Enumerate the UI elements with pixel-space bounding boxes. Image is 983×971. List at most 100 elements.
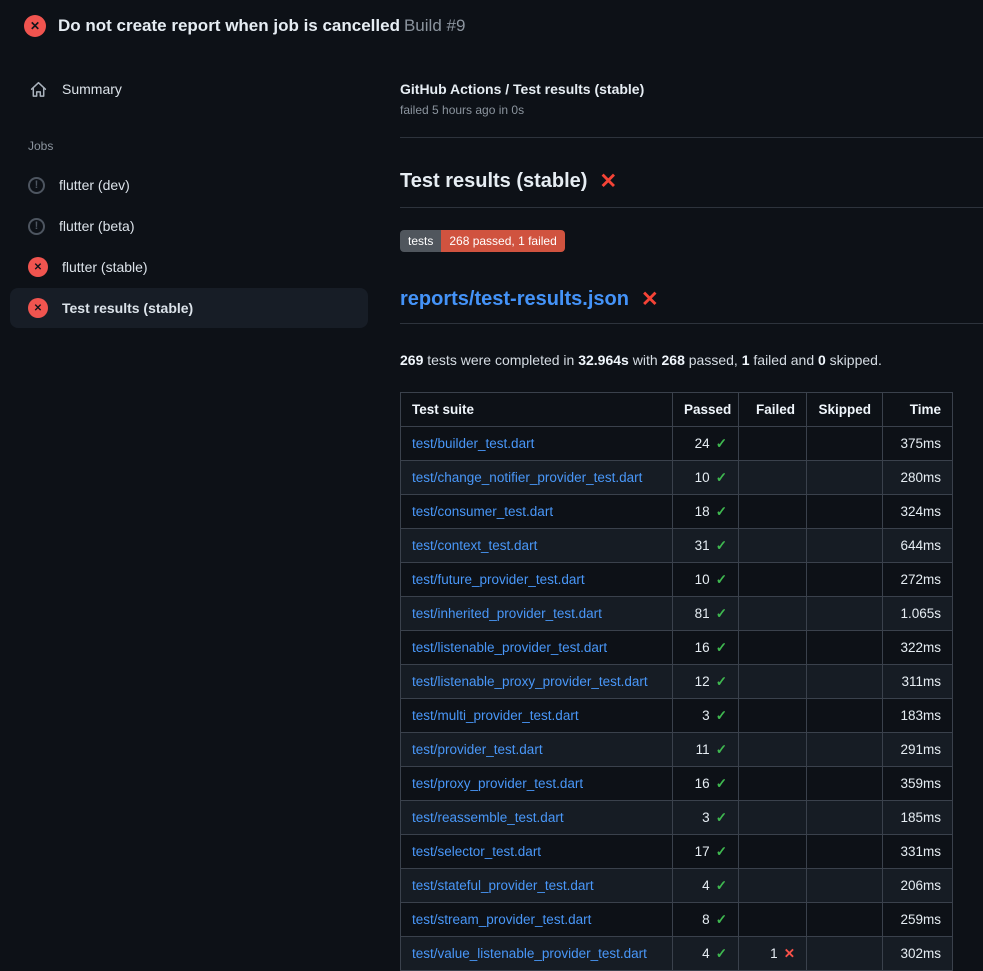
table-row: test/listenable_provider_test.dart16✓ 322…: [401, 631, 953, 665]
sidebar-item-job-3[interactable]: ✕Test results (stable): [10, 288, 368, 328]
test-suite-link[interactable]: test/consumer_test.dart: [401, 495, 673, 529]
time-cell: 280ms: [883, 461, 953, 495]
check-icon: ✓: [716, 742, 727, 757]
report-file-link[interactable]: reports/test-results.json: [400, 288, 629, 311]
table-row: test/change_notifier_provider_test.dart1…: [401, 461, 953, 495]
sidebar-item-label: flutter (dev): [59, 177, 130, 193]
skipped-cell: [807, 767, 883, 801]
main-content: GitHub Actions / Test results (stable) f…: [380, 47, 983, 971]
skipped-cell: [807, 461, 883, 495]
test-suite-link[interactable]: test/provider_test.dart: [401, 733, 673, 767]
table-row: test/builder_test.dart24✓375ms: [401, 427, 953, 461]
passed-cell: 3✓: [673, 801, 739, 835]
test-suite-link[interactable]: test/future_provider_test.dart: [401, 563, 673, 597]
time-cell: 322ms: [883, 631, 953, 665]
check-icon: ✓: [716, 810, 727, 825]
summary-part: failed and: [750, 352, 819, 368]
test-suite-link[interactable]: test/reassemble_test.dart: [401, 801, 673, 835]
time-cell: 272ms: [883, 563, 953, 597]
test-suite-link[interactable]: test/stateful_provider_test.dart: [401, 869, 673, 903]
test-suite-link[interactable]: test/builder_test.dart: [401, 427, 673, 461]
job-failed-icon: ✕: [28, 257, 48, 277]
time-cell: 359ms: [883, 767, 953, 801]
passed-cell: 17✓: [673, 835, 739, 869]
badge-value: 268 passed, 1 failed: [441, 230, 564, 252]
section-title: Test results (stable): [400, 170, 587, 193]
check-icon: ✓: [716, 776, 727, 791]
divider: [400, 137, 983, 138]
test-suite-link[interactable]: test/listenable_proxy_provider_test.dart: [401, 665, 673, 699]
test-suite-link[interactable]: test/listenable_provider_test.dart: [401, 631, 673, 665]
passed-cell: 81✓: [673, 597, 739, 631]
time-cell: 291ms: [883, 733, 953, 767]
sidebar-item-job-2[interactable]: ✕ flutter (stable): [10, 247, 368, 287]
table-row: test/inherited_provider_test.dart81✓ 1.06…: [401, 597, 953, 631]
table-row: test/provider_test.dart11✓291ms: [401, 733, 953, 767]
test-suite-link[interactable]: test/stream_provider_test.dart: [401, 903, 673, 937]
sidebar-item-summary[interactable]: Summary: [10, 69, 368, 109]
cross-icon: ✕: [784, 946, 795, 961]
test-suite-link[interactable]: test/multi_provider_test.dart: [401, 699, 673, 733]
skipped-cell: [807, 733, 883, 767]
check-icon: ✓: [716, 572, 727, 587]
table-row: test/multi_provider_test.dart3✓183ms: [401, 699, 953, 733]
test-suite-link[interactable]: test/context_test.dart: [401, 529, 673, 563]
failed-x-icon: ✕: [599, 171, 617, 192]
jobs-section-label: Jobs: [28, 139, 380, 153]
check-icon: ✓: [716, 946, 727, 961]
sidebar-item-job-0[interactable]: ! flutter (dev): [10, 165, 368, 205]
sidebar-item-label: Summary: [62, 81, 122, 97]
sidebar-item-job-1[interactable]: !flutter (beta): [10, 206, 368, 246]
passed-cell: 16✓: [673, 631, 739, 665]
sidebar-item-label: flutter (stable): [62, 259, 148, 275]
time-cell: 311ms: [883, 665, 953, 699]
table-header-row: Test suitePassedFailedSkippedTime: [401, 393, 953, 427]
skipped-cell: [807, 801, 883, 835]
table-row: test/stateful_provider_test.dart4✓206ms: [401, 869, 953, 903]
passed-cell: 4✓: [673, 937, 739, 971]
sidebar-item-label: Test results (stable): [62, 300, 193, 316]
home-icon: [28, 81, 48, 98]
job-neutral-icon: !: [28, 218, 45, 235]
failed-cell: [739, 529, 807, 563]
summary-part: 1: [742, 352, 750, 368]
failed-cell: [739, 563, 807, 597]
summary-part: 0: [818, 352, 826, 368]
failed-cell: 1✕: [739, 937, 807, 971]
job-neutral-icon: !: [28, 177, 45, 194]
report-title-row: reports/test-results.json ✕: [400, 288, 983, 311]
skipped-cell: [807, 903, 883, 937]
summary-part: 32.964s: [578, 352, 629, 368]
skipped-cell: [807, 427, 883, 461]
summary-part: with: [629, 352, 662, 368]
passed-cell: 8✓: [673, 903, 739, 937]
summary-part: 269: [400, 352, 423, 368]
table-row: test/reassemble_test.dart3✓ 185ms: [401, 801, 953, 835]
test-suite-link[interactable]: test/value_listenable_provider_test.dart: [401, 937, 673, 971]
passed-cell: 4✓: [673, 869, 739, 903]
column-header-test-suite: Test suite: [401, 393, 673, 427]
test-suite-link[interactable]: test/selector_test.dart: [401, 835, 673, 869]
test-suite-link[interactable]: test/inherited_provider_test.dart: [401, 597, 673, 631]
failed-cell: [739, 801, 807, 835]
run-status-text: failed 5 hours ago in 0s: [400, 103, 983, 117]
summary-part: tests were completed in: [423, 352, 578, 368]
summary-part: skipped.: [826, 352, 882, 368]
failed-cell: [739, 733, 807, 767]
skipped-cell: [807, 597, 883, 631]
column-header-skipped: Skipped: [807, 393, 883, 427]
skipped-cell: [807, 937, 883, 971]
skipped-cell: [807, 529, 883, 563]
column-header-passed: Passed: [673, 393, 739, 427]
failed-x-icon: ✕: [641, 289, 659, 310]
passed-cell: 31✓: [673, 529, 739, 563]
divider: [400, 207, 983, 208]
time-cell: 185ms: [883, 801, 953, 835]
failed-cell: [739, 461, 807, 495]
column-header-time: Time: [883, 393, 953, 427]
time-cell: 1.065s: [883, 597, 953, 631]
test-suite-link[interactable]: test/proxy_provider_test.dart: [401, 767, 673, 801]
test-suite-link[interactable]: test/change_notifier_provider_test.dart: [401, 461, 673, 495]
tests-status-badge: tests 268 passed, 1 failed: [400, 230, 565, 252]
failed-cell: [739, 665, 807, 699]
